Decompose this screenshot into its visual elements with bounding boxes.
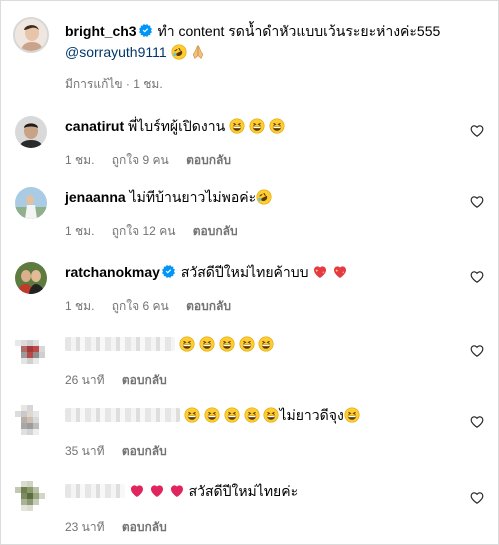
- verified-badge-icon: [162, 265, 175, 278]
- comment-body: สวัสดีปีใหม่ไทยค่ะ: [65, 481, 298, 501]
- red-heart-emoji-icon: [149, 483, 165, 499]
- avatar[interactable]: [15, 187, 47, 219]
- avatar-image: [15, 262, 47, 294]
- grin-emoji-icon: [224, 407, 240, 423]
- grin-emoji-icon: [199, 336, 215, 352]
- comment-meta: 23 นาที ตอบกลับ: [65, 518, 181, 537]
- post-author-username[interactable]: bright_ch3: [65, 23, 137, 39]
- caption-text: bright_ch3 ทำ content รดน้ำดำหัวแบบเว้นร…: [65, 21, 475, 63]
- comment-meta: 26 นาที ตอบกลับ: [65, 371, 181, 390]
- heart-outline-icon[interactable]: [470, 124, 484, 138]
- blurred-username[interactable]: [65, 408, 180, 422]
- comment-likes[interactable]: ถูกใจ 6 คน: [112, 299, 169, 313]
- rofl-emoji-icon: [171, 44, 187, 60]
- grin-emoji-icon: [229, 118, 245, 134]
- avatar-image: [15, 405, 51, 441]
- comment-text: ไม่ยาวดีจุง: [279, 407, 344, 423]
- avatar-blurred[interactable]: [15, 405, 51, 441]
- avatar[interactable]: [15, 262, 47, 294]
- grin-emoji-icon: [344, 407, 360, 423]
- grin-emoji-icon: [249, 118, 265, 134]
- comment-body: ratchanokmay สวัสดีปีใหม่ไทยค้าบบ: [65, 262, 348, 282]
- comment-body: canatirut พี่ไบร์ทผู้เปิดงาน: [65, 116, 285, 136]
- comment-text: สวัสดีปีใหม่ไทยค้าบบ: [180, 264, 309, 280]
- comment-meta: 1 ชม. ถูกใจ 6 คน ตอบกลับ: [65, 297, 245, 316]
- reply-button[interactable]: ตอบกลับ: [193, 224, 238, 238]
- comment-likes[interactable]: ถูกใจ 9 คน: [112, 153, 169, 167]
- comment-time[interactable]: 35 นาที: [65, 444, 105, 458]
- sparkling-heart-emoji-icon: [332, 264, 348, 280]
- comment-time[interactable]: 1 ชม.: [65, 299, 94, 313]
- comment-text: สวัสดีปีใหม่ไทยค่ะ: [188, 483, 299, 499]
- comment-body: [65, 334, 274, 354]
- blurred-username[interactable]: [65, 337, 175, 351]
- heart-outline-icon[interactable]: [470, 195, 484, 209]
- comment-text: ไม่ทีบ้านยาวไม่พอค่ะ: [129, 189, 257, 205]
- red-heart-emoji-icon: [169, 483, 185, 499]
- grin-emoji-icon: [179, 336, 195, 352]
- comment-meta: 1 ชม. ถูกใจ 12 คน ตอบกลับ: [65, 222, 252, 241]
- comment-body: ไม่ยาวดีจุง: [65, 405, 360, 425]
- comment-text: พี่ไบร์ทผู้เปิดงาน: [128, 118, 226, 134]
- avatar[interactable]: [15, 116, 47, 148]
- red-heart-emoji-icon: [129, 483, 145, 499]
- grin-emoji-icon: [263, 407, 279, 423]
- avatar-image: [15, 19, 47, 51]
- reply-button[interactable]: ตอบกลับ: [186, 153, 231, 167]
- grin-emoji-icon: [204, 407, 220, 423]
- avatar-image: [15, 481, 51, 517]
- verified-badge-icon: [139, 24, 152, 37]
- comment-username[interactable]: ratchanokmay: [65, 264, 160, 280]
- caption-body: ทำ content รดน้ำดำหัวแบบเว้นระยะห่างค่ะ5…: [157, 23, 441, 39]
- grin-emoji-icon: [239, 336, 255, 352]
- post-author-avatar[interactable]: [13, 17, 49, 53]
- grin-emoji-icon: [184, 407, 200, 423]
- heart-outline-icon[interactable]: [470, 491, 484, 505]
- comment-time[interactable]: 26 นาที: [65, 373, 105, 387]
- comment-time[interactable]: 1 ชม.: [65, 153, 94, 167]
- heart-outline-icon[interactable]: [470, 415, 484, 429]
- comment-meta: 35 นาที ตอบกลับ: [65, 442, 181, 461]
- grin-emoji-icon: [244, 407, 260, 423]
- grin-emoji-icon: [269, 118, 285, 134]
- caption-mention[interactable]: @sorrayuth9111: [65, 44, 167, 60]
- comment-meta: 1 ชม. ถูกใจ 9 คน ตอบกลับ: [65, 151, 245, 170]
- comment-time[interactable]: 1 ชม.: [65, 224, 94, 238]
- avatar-blurred[interactable]: [15, 481, 51, 517]
- blurred-username[interactable]: [65, 484, 125, 498]
- rofl-emoji-icon: [256, 189, 272, 205]
- grin-emoji-icon: [258, 336, 274, 352]
- heart-outline-icon[interactable]: [470, 270, 484, 284]
- heart-outline-icon[interactable]: [470, 344, 484, 358]
- reply-button[interactable]: ตอบกลับ: [122, 520, 167, 534]
- comment-likes[interactable]: ถูกใจ 12 คน: [112, 224, 176, 238]
- sparkling-heart-emoji-icon: [312, 264, 328, 280]
- avatar-image: [15, 187, 47, 219]
- reply-button[interactable]: ตอบกลับ: [122, 444, 167, 458]
- reply-button[interactable]: ตอบกลับ: [186, 299, 231, 313]
- comment-time[interactable]: 23 นาที: [65, 520, 105, 534]
- avatar-blurred[interactable]: [15, 334, 51, 370]
- reply-button[interactable]: ตอบกลับ: [122, 373, 167, 387]
- comment-username[interactable]: jenaanna: [65, 189, 126, 205]
- comment-username[interactable]: canatirut: [65, 118, 124, 134]
- avatar-image: [15, 334, 51, 370]
- post-edited-meta: มีการแก้ไข · 1 ชม.: [65, 77, 163, 91]
- comment-body: jenaanna ไม่ทีบ้านยาวไม่พอค่ะ: [65, 187, 272, 207]
- avatar-image: [15, 116, 47, 148]
- grin-emoji-icon: [219, 336, 235, 352]
- pray-emoji-icon: [190, 44, 206, 60]
